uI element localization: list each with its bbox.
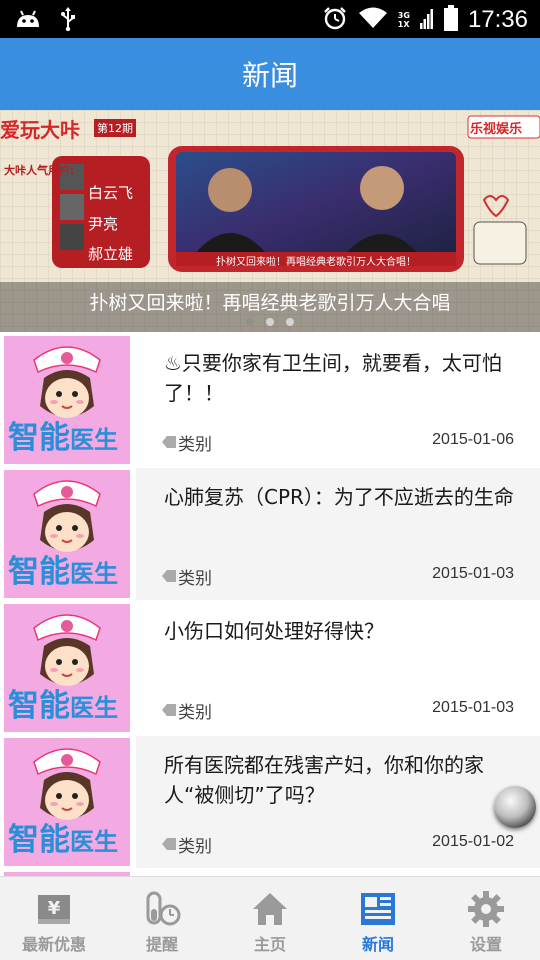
list-item-body: 小伤口如何处理好得快？ 类别 2015-01-03 [136,602,540,734]
banner-show-title: 爱玩大咔 [0,118,80,142]
news-headline: 心肺复苏（CPR）：为了不应逝去的生命 [164,485,514,509]
thumbnail-label: 智能医生 [8,412,118,457]
floating-assistive-button[interactable] [494,786,536,828]
thumbnail-label-part2: 医生 [70,828,118,856]
category-label: 类别 [178,435,212,455]
home-icon [250,889,290,929]
news-date: 2015-01-06 [432,431,514,448]
thumbnail-label-part2: 医生 [70,694,118,722]
android-icon [14,9,42,33]
thumbnail-label-part1: 智能 [8,554,70,590]
network-label-top: 3G [397,11,410,20]
tab-offers-label: 最新优惠 [21,935,86,954]
category-label: 类别 [178,703,212,723]
status-bar: 3G 1X 17:36 [0,0,540,38]
news-list[interactable]: 智能医生 ♨只要你家有卫生间，就要看，太可怕了！！ 类别 2015-01-06 [0,334,540,876]
thumbnail-label-part2: 医生 [70,426,118,454]
tag-icon [162,433,176,453]
battery-icon [443,5,458,35]
pager-dot[interactable] [286,318,294,326]
signal-icon [419,7,434,33]
news-headline: ♨只要你家有卫生间，就要看，太可怕了！！ [164,351,502,405]
thumbnail-label-part1: 智能 [8,688,70,724]
banner-caption: 扑树又回来啦！再唱经典老歌引万人大合唱 [89,292,451,314]
news-headline: 所有医院都在残害产妇，你和你的家人“被侧切”了吗？ [164,753,484,807]
wifi-icon [358,6,388,34]
tab-news[interactable]: 新闻 [324,877,432,960]
tag-icon [162,701,176,721]
category-tag: 类别 [162,832,212,857]
app-header: 新闻 [0,38,540,110]
thumbnail-label: 智能医生 [8,814,118,859]
category-label: 类别 [178,837,212,857]
banner-guest-2: 尹亮 [88,215,119,233]
tab-news-label: 新闻 [361,935,394,954]
gear-icon [466,889,506,929]
thumbnail-label: 智能医生 [8,680,118,725]
yen-icon: ¥ [34,889,74,929]
thumbnail-label-part1: 智能 [8,420,70,456]
news-headline: 小伤口如何处理好得快？ [164,619,384,643]
tab-reminder[interactable]: 提醒 [108,877,216,960]
pager-dot[interactable] [246,318,254,326]
tab-home[interactable]: 主页 [216,877,324,960]
tag-icon [162,567,176,587]
banner-pager [0,318,540,326]
banner-guest-3: 郝立雄 [88,245,134,263]
banner-guests-label: 大咔人气用户: [4,164,75,177]
category-tag: 类别 [162,564,212,589]
status-time: 17:36 [467,6,528,33]
news-thumbnail: 智能医生 [4,470,130,598]
pager-dot[interactable] [266,318,274,326]
svg-text:¥: ¥ [48,898,61,919]
tab-settings-label: 设置 [469,935,502,954]
tab-offers[interactable]: ¥ 最新优惠 [0,877,108,960]
thumbnail-label: 智能医生 [8,546,118,591]
list-item[interactable]: 智能医生 心肺复苏（CPR）：为了不应逝去的生命 类别 2015-01-03 [0,468,540,600]
category-tag: 类别 [162,430,212,455]
news-date: 2015-01-03 [432,565,514,582]
thumbnail-label-part2: 医生 [70,560,118,588]
list-item-body: ♨只要你家有卫生间，就要看，太可怕了！！ 类别 2015-01-06 [136,334,540,466]
list-item-body: 所有医院都在残害产妇，你和你的家人“被侧切”了吗？ 类别 2015-01-02 [136,736,540,868]
news-date: 2015-01-03 [432,699,514,716]
news-thumbnail: 智能医生 [4,604,130,732]
network-label-bottom: 1X [397,20,410,29]
network-type: 3G 1X [398,11,410,29]
category-tag: 类别 [162,698,212,723]
thumbnail-label-part1: 智能 [8,822,70,858]
category-label: 类别 [178,569,212,589]
banner-guest-1: 白云飞 [88,184,134,202]
page-title: 新闻 [241,59,298,92]
usb-icon [60,7,76,35]
news-banner[interactable]: 爱玩大咔 第12期 乐视娱乐 大咔人气用户: 白云飞 尹亮 郝立雄 扑树又回来啦… [0,110,540,332]
list-item[interactable]: 智能医生 ♨只要你家有卫生间，就要看，太可怕了！！ 类别 2015-01-06 [0,334,540,466]
tab-home-label: 主页 [253,935,286,954]
banner-episode: 第12期 [94,119,136,137]
alarm-icon [322,5,348,35]
banner-brand: 乐视娱乐 [470,122,523,137]
list-item-body: 心肺复苏（CPR）：为了不应逝去的生命 类别 2015-01-03 [136,468,540,600]
news-thumbnail: 智能医生 [4,336,130,464]
news-date: 2015-01-02 [432,833,514,850]
tab-settings[interactable]: 设置 [432,877,540,960]
reminder-icon [142,889,182,929]
list-item[interactable]: 智能医生 小伤口如何处理好得快？ 类别 2015-01-03 [0,602,540,734]
tag-icon [162,835,176,855]
tab-reminder-label: 提醒 [145,935,178,954]
news-thumbnail: 智能医生 [4,738,130,866]
banner-inner-caption: 扑树又回来啦！再唱经典老歌引万人大合唱！ [216,257,416,268]
news-icon [358,889,398,929]
bottom-tab-bar: ¥ 最新优惠 提醒 主页 新闻 设置 [0,876,540,960]
list-item[interactable]: 智能医生 所有医院都在残害产妇，你和你的家人“被侧切”了吗？ 类别 2015-0… [0,736,540,868]
